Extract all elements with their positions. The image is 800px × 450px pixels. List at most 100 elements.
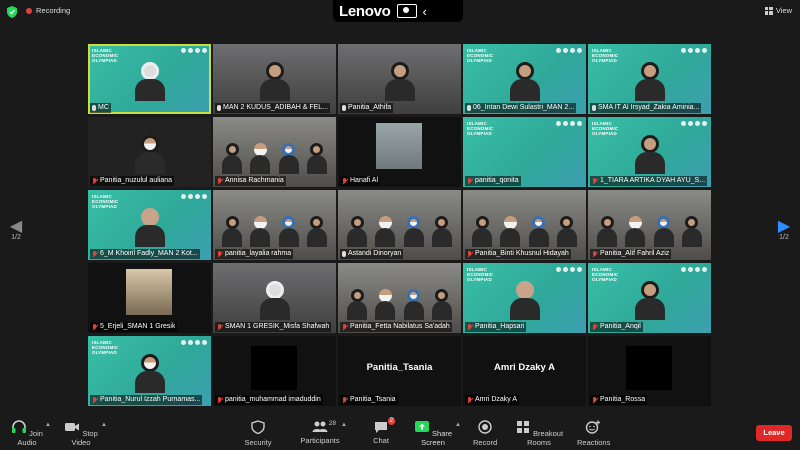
- record-button[interactable]: Record: [473, 420, 497, 447]
- participant-video: [509, 281, 540, 321]
- participant-name: Panitia_Hapsari: [475, 323, 525, 330]
- participant-name: Hanafi Al: [350, 177, 379, 184]
- participant-video: [469, 216, 580, 248]
- participant-name: MAN 2 KUDUS_ADIBAH & FEL...: [223, 104, 329, 111]
- participant-name-label: panitia_layalia rahma: [215, 249, 294, 259]
- participant-name-label: MAN 2 KUDUS_ADIBAH & FEL...: [215, 103, 331, 113]
- participant-tile[interactable]: Panitia_Tsania Panitia_Tsania: [338, 336, 461, 406]
- shield-icon[interactable]: [7, 6, 17, 18]
- participant-tile[interactable]: Annisa Rachmania: [213, 117, 336, 187]
- profile-photo-placeholder: [251, 346, 297, 390]
- sponsor-logos: [181, 48, 207, 53]
- page-indicator-left: 1/2: [11, 234, 21, 241]
- participant-tile[interactable]: ISLAMIC ECONOMIC OLYMPIAD Panitia_Nurul Izz…: [88, 336, 211, 406]
- participant-tile[interactable]: ISLAMIC ECONOMIC OLYMPIAD panitia_qonita: [463, 117, 586, 187]
- reactions-label: Reactions: [577, 438, 611, 447]
- participants-icon: 28: [312, 420, 336, 434]
- muted-mic-icon: [467, 323, 473, 331]
- participant-tile[interactable]: 5_Erjeli_SMAN 1 Gresik: [88, 263, 211, 333]
- participant-tile[interactable]: ISLAMIC ECONOMIC OLYMPIAD MC: [88, 44, 211, 114]
- sponsor-logos: [681, 267, 707, 272]
- breakout-rooms-button[interactable]: Breakout Rooms: [513, 420, 565, 447]
- gallery-grid: ISLAMIC ECONOMIC OLYMPIAD MC MAN 2 KUDUS_ADI…: [88, 44, 712, 406]
- mic-icon: [467, 105, 471, 111]
- participant-tile[interactable]: Panitia_nuzulul auliana: [88, 117, 211, 187]
- event-banner-graphic: ISLAMIC ECONOMIC OLYMPIAD: [467, 48, 494, 63]
- muted-mic-icon: [592, 177, 598, 185]
- mic-icon: [217, 105, 221, 111]
- chevron-left-icon[interactable]: ‹: [423, 4, 427, 19]
- participant-name-label: MC: [90, 103, 111, 113]
- chat-button[interactable]: 2 Chat: [371, 417, 395, 445]
- audio-options-caret-icon[interactable]: ▲: [45, 422, 51, 428]
- participant-name-label: panitia_qonita: [465, 176, 521, 186]
- participant-name-label: SMA IT Al Irsyad_Zakia Aminia...: [590, 103, 702, 113]
- participant-tile[interactable]: Panitia_Rossa: [588, 336, 711, 406]
- participant-video: [134, 208, 165, 248]
- reactions-button[interactable]: Reactions: [577, 420, 611, 447]
- sponsor-logos: [181, 194, 207, 199]
- participant-display-name: Amri Dzaky A: [494, 362, 555, 373]
- video-options-caret-icon[interactable]: ▲: [101, 422, 107, 428]
- participant-tile[interactable]: ISLAMIC ECONOMIC OLYMPIAD 06_Intan Dewi Sul…: [463, 44, 586, 114]
- share-options-caret-icon[interactable]: ▲: [455, 422, 461, 428]
- sponsor-logos: [556, 121, 582, 126]
- participant-tile[interactable]: Astandi Dinoryan: [338, 190, 461, 260]
- participant-tile[interactable]: ISLAMIC ECONOMIC OLYMPIAD 6_M Khoiril Fadly…: [88, 190, 211, 260]
- security-button[interactable]: Security: [243, 420, 273, 447]
- participant-tile[interactable]: Hanafi Al: [338, 117, 461, 187]
- participant-name-label: Astandi Dinoryan: [340, 249, 404, 259]
- participant-tile[interactable]: ISLAMIC ECONOMIC OLYMPIAD SMA IT Al Irsyad_…: [588, 44, 711, 114]
- next-page-button[interactable]: ▶ 1/2: [774, 219, 794, 242]
- sponsor-logos: [556, 48, 582, 53]
- participant-video: [134, 354, 165, 394]
- video-camera-icon: [65, 423, 80, 431]
- participants-count: 28: [328, 420, 336, 427]
- share-screen-button[interactable]: Share Screen: [412, 420, 454, 447]
- muted-mic-icon: [342, 396, 348, 404]
- participants-options-caret-icon[interactable]: ▲: [341, 422, 347, 428]
- share-screen-icon: [414, 421, 429, 432]
- participant-name: panitia_muhammad imaduddin: [225, 396, 321, 403]
- participant-name-label: Panitia_nuzulul auliana: [90, 176, 174, 186]
- participant-tile[interactable]: Panitia_Alif Fahril Aziz: [588, 190, 711, 260]
- recording-indicator[interactable]: Recording: [26, 6, 70, 15]
- participant-tile[interactable]: Panitia_Athifa: [338, 44, 461, 114]
- headphones-icon: [12, 420, 27, 433]
- participant-tile[interactable]: ISLAMIC ECONOMIC OLYMPIAD Panitia_Hapsari: [463, 263, 586, 333]
- participant-name: Panitia_Anqil: [600, 323, 641, 330]
- participant-tile[interactable]: Panitia_Fetta Nabilatus Sa'adah: [338, 263, 461, 333]
- participant-tile[interactable]: ISLAMIC ECONOMIC OLYMPIAD Panitia_Anqil: [588, 263, 711, 333]
- participant-tile[interactable]: panitia_layalia rahma: [213, 190, 336, 260]
- view-button[interactable]: View: [764, 6, 792, 15]
- mic-icon: [342, 105, 346, 111]
- breakout-rooms-label: Breakout Rooms: [527, 429, 564, 447]
- grid-icon: [764, 6, 773, 15]
- participant-video: [134, 62, 165, 102]
- participant-name: Panitia_Alif Fahril Aziz: [600, 250, 670, 257]
- profile-photo: [376, 123, 422, 169]
- event-banner-graphic: ISLAMIC ECONOMIC OLYMPIAD: [592, 121, 619, 136]
- participant-tile[interactable]: panitia_muhammad imaduddin: [213, 336, 336, 406]
- chat-badge: 2: [387, 417, 395, 425]
- participant-tile[interactable]: MAN 2 KUDUS_ADIBAH & FEL...: [213, 44, 336, 114]
- join-audio-button[interactable]: Join Audio: [10, 420, 44, 447]
- participant-video: [509, 62, 540, 102]
- previous-page-button[interactable]: ◀ 1/2: [6, 218, 26, 242]
- participant-tile[interactable]: ISLAMIC ECONOMIC OLYMPIAD 1_TIARA ARTIKA DY…: [588, 117, 711, 187]
- sponsor-logos: [556, 267, 582, 272]
- mic-icon: [92, 105, 96, 111]
- sponsor-logos: [181, 340, 207, 345]
- participants-button[interactable]: 28 Participants: [300, 420, 340, 445]
- webcam-icon[interactable]: [396, 4, 417, 18]
- participant-video: [259, 281, 290, 321]
- triangle-left-icon: ◀: [9, 218, 23, 235]
- participant-tile[interactable]: SMAN 1 GRESIK_Misfa Shafwah: [213, 263, 336, 333]
- leave-button[interactable]: Leave: [756, 425, 792, 441]
- brand-overlay: Lenovo ‹: [333, 0, 463, 22]
- participant-tile[interactable]: Amri Dzaky A Amri Dzaky A: [463, 336, 586, 406]
- participant-tile[interactable]: Panitia_Binti Khusnul Hidayah: [463, 190, 586, 260]
- participant-name-label: Panitia_Binti Khusnul Hidayah: [465, 249, 571, 259]
- stop-video-button[interactable]: Stop Video: [62, 420, 100, 447]
- participant-name: SMA IT Al Irsyad_Zakia Aminia...: [598, 104, 700, 111]
